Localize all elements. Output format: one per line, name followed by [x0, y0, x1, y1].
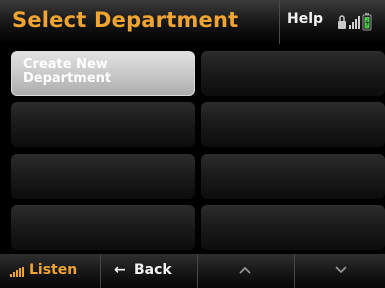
listen-label: Listen: [29, 262, 78, 278]
lock-icon: [338, 15, 346, 29]
department-tile[interactable]: [11, 102, 195, 147]
volume-bars-icon: [10, 267, 24, 277]
department-tile[interactable]: [201, 102, 385, 147]
department-tile[interactable]: [11, 205, 195, 250]
create-new-department-button[interactable]: Create New Department: [11, 51, 195, 96]
header-bar: Select Department Help: [0, 0, 385, 44]
department-tile[interactable]: [201, 51, 385, 96]
department-tile[interactable]: [201, 154, 385, 199]
header-divider: [279, 0, 280, 44]
department-grid: Create New Department: [0, 44, 385, 254]
help-button[interactable]: Help: [287, 11, 323, 27]
scroll-up-button[interactable]: [198, 254, 294, 288]
page-title: Select Department: [12, 8, 239, 32]
tile-label: Create New Department: [23, 57, 112, 86]
back-button[interactable]: ← Back: [101, 254, 197, 288]
status-icons: [337, 12, 383, 32]
department-tile[interactable]: [201, 205, 385, 250]
chevron-up-icon: [239, 266, 251, 274]
chevron-down-icon: [335, 266, 347, 274]
department-tile[interactable]: [11, 154, 195, 199]
back-label: Back: [134, 262, 172, 278]
footer-bar: Listen ← Back: [0, 254, 385, 288]
listen-button[interactable]: Listen: [0, 254, 100, 288]
signal-icon: [349, 16, 360, 29]
left-arrow-icon: ←: [114, 262, 126, 278]
scroll-down-button[interactable]: [295, 254, 385, 288]
battery-icon: [362, 13, 372, 31]
